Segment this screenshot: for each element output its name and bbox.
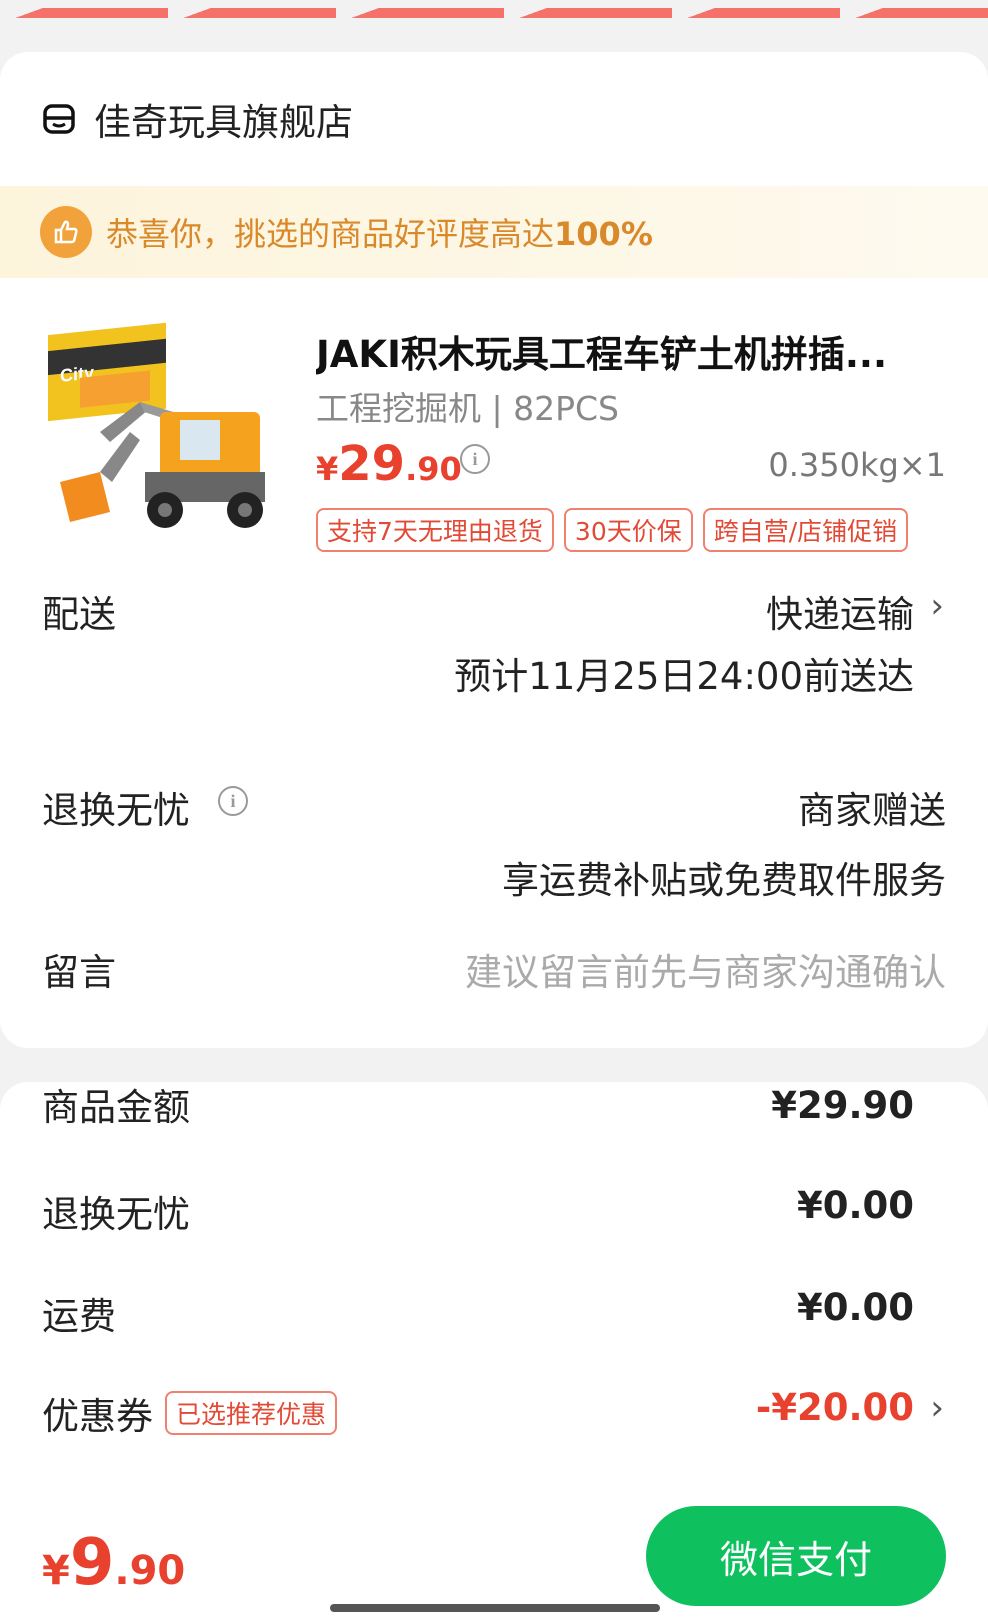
rating-banner: 恭喜你，挑选的商品好评度高达100% bbox=[0, 186, 988, 278]
shipping-fee-label: 运费 bbox=[42, 1295, 116, 1338]
product-spec[interactable]: 工程挖掘机 | 82PCS bbox=[316, 382, 619, 430]
tag-price-protect: 30天价保 bbox=[563, 508, 693, 552]
product-image[interactable]: City bbox=[40, 322, 280, 552]
coupon-row[interactable]: 优惠券 已选推荐优惠 bbox=[42, 1386, 338, 1440]
coupon-tag: 已选推荐优惠 bbox=[165, 1391, 338, 1435]
shipping-fee-value: ¥0.00 bbox=[796, 1286, 914, 1329]
price-info-icon[interactable]: i bbox=[460, 444, 490, 474]
order-card: 佳奇玩具旗舰店 恭喜你，挑选的商品好评度高达100% City JAKI积木玩具… bbox=[0, 52, 988, 1048]
thumbs-up-icon bbox=[40, 206, 92, 258]
chevron-right-icon[interactable]: › bbox=[930, 586, 944, 626]
store-icon bbox=[43, 104, 75, 134]
total-price: ¥ 9 .90 bbox=[42, 1526, 186, 1600]
rating-text: 恭喜你，挑选的商品好评度高达100% bbox=[106, 215, 653, 253]
returns-note: 享运费补贴或免费取件服务 bbox=[502, 859, 946, 902]
delivery-label: 配送 bbox=[42, 593, 116, 636]
product-weight-qty: 0.350kg×1 bbox=[768, 446, 946, 484]
product-title[interactable]: JAKI积木玩具工程车铲土机拼插... bbox=[316, 324, 956, 378]
product-price: ¥ 29 .90 bbox=[316, 436, 462, 492]
message-input[interactable]: 建议留言前先与商家沟通确认 bbox=[465, 942, 946, 996]
returns-fee-label: 退换无忧 bbox=[42, 1193, 190, 1236]
message-label: 留言 bbox=[42, 951, 116, 994]
shop-name: 佳奇玩具旗舰店 bbox=[94, 101, 353, 144]
goods-amount-value: ¥29.90 bbox=[771, 1084, 914, 1127]
delivery-eta: 预计11月25日24:00前送达 bbox=[454, 655, 914, 698]
tag-7day-return: 支持7天无理由退货 bbox=[316, 508, 554, 552]
returns-label: 退换无忧 bbox=[42, 789, 190, 832]
returns-info-icon[interactable]: i bbox=[218, 786, 248, 816]
chevron-right-icon[interactable]: › bbox=[930, 1388, 944, 1428]
tag-promotion: 跨自营/店铺促销 bbox=[702, 508, 909, 552]
returns-fee-value: ¥0.00 bbox=[796, 1184, 914, 1227]
goods-amount-label: 商品金额 bbox=[42, 1086, 190, 1129]
delivery-method[interactable]: 快递运输 bbox=[766, 584, 914, 638]
service-tags: 支持7天无理由退货 30天价保 跨自营/店铺促销 bbox=[316, 508, 909, 552]
checkout-bar: ¥ 9 .90 微信支付 bbox=[0, 1486, 988, 1622]
coupon-value[interactable]: -¥20.00 bbox=[756, 1386, 914, 1429]
home-indicator[interactable] bbox=[330, 1604, 660, 1612]
coupon-label: 优惠券 bbox=[42, 1395, 153, 1438]
airmail-stripe bbox=[0, 8, 988, 18]
wechat-pay-button[interactable]: 微信支付 bbox=[646, 1506, 946, 1606]
shop-header[interactable]: 佳奇玩具旗舰店 bbox=[42, 94, 353, 144]
returns-value: 商家赠送 bbox=[798, 789, 946, 832]
